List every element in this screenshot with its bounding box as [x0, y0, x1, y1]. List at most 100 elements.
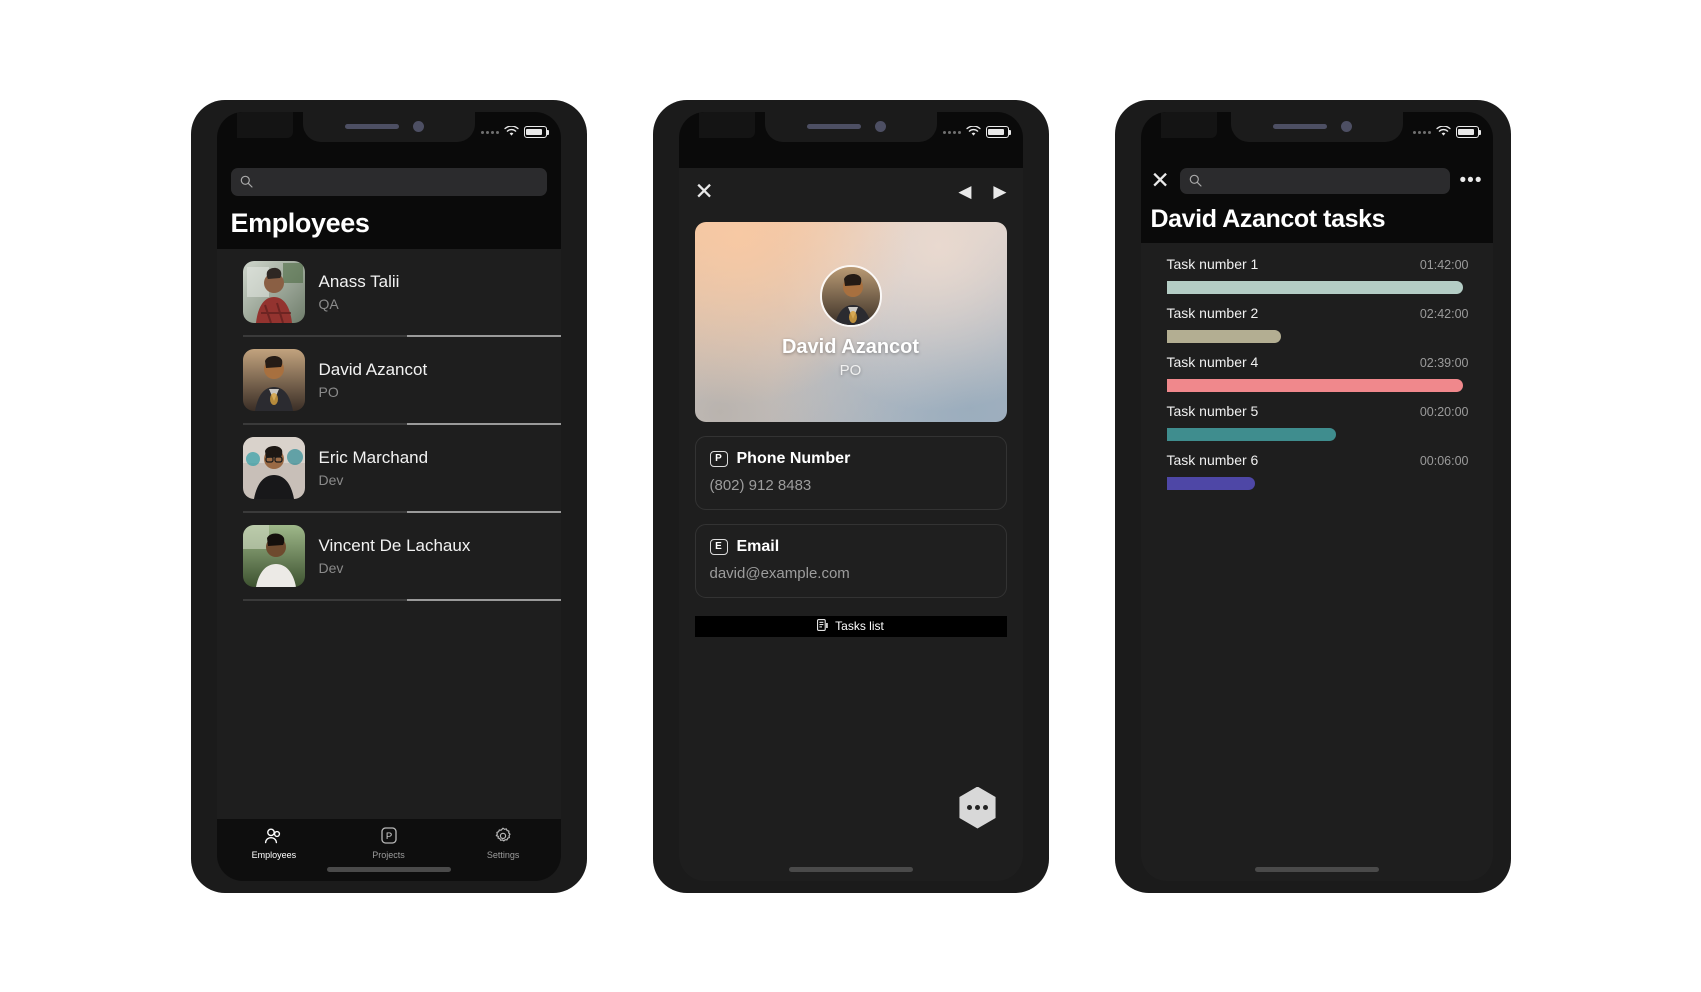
task-duration-bar — [1166, 378, 1464, 392]
camera-cutout — [236, 111, 293, 138]
list-item[interactable]: David Azancot PO — [242, 337, 561, 423]
search-input[interactable] — [1208, 173, 1441, 188]
status-bar — [216, 111, 561, 168]
search-bar[interactable] — [1179, 167, 1450, 194]
task-line: Task number 2 02:42:00 — [1141, 305, 1493, 321]
profile-card: David Azancot PO — [694, 221, 1007, 422]
projects-p-icon: P — [380, 827, 397, 845]
more-dots-icon[interactable] — [959, 786, 996, 829]
svg-text:P: P — [385, 831, 391, 842]
task-item[interactable]: Task number 6 00:06:00 — [1141, 441, 1493, 490]
tab-label: Projects — [372, 849, 405, 860]
next-arrow-icon[interactable]: ▶ — [993, 183, 1006, 200]
detail-nav-bar: ✕ ◀ ▶ — [678, 167, 1023, 216]
list-item[interactable]: Anass Talii QA — [242, 249, 561, 335]
list-document-icon — [817, 618, 828, 634]
employee-role: Dev — [318, 471, 344, 488]
search-input[interactable] — [259, 174, 538, 189]
phone-employees-list: Employees Anass Talii QA David Azancot P… — [190, 99, 587, 893]
avatar — [819, 264, 882, 327]
signal-dots-icon — [480, 130, 499, 134]
employee-role: PO — [318, 383, 339, 400]
task-name: Task number 4 — [1166, 353, 1259, 370]
task-item[interactable]: Task number 2 02:42:00 — [1141, 294, 1493, 343]
screen-detail: ✕ ◀ ▶ David Azancot PO P Phone Number (8… — [678, 111, 1023, 881]
list-separator — [242, 598, 561, 601]
task-item[interactable]: Task number 1 01:42:00 — [1141, 245, 1493, 294]
search-bar[interactable] — [230, 167, 547, 196]
task-line: Task number 6 00:06:00 — [1141, 452, 1493, 468]
tasks-header: ✕ ••• David Azancot tasks — [1140, 167, 1493, 243]
avatar — [242, 436, 305, 499]
wifi-icon — [1435, 124, 1451, 139]
tasks-list-button[interactable]: Tasks list — [694, 615, 1007, 637]
task-duration-bar — [1166, 427, 1337, 441]
employee-texts: David Azancot PO — [319, 360, 428, 400]
field-label: Email — [736, 537, 780, 555]
phone-badge-icon: P — [709, 450, 728, 467]
tab-projects[interactable]: P Projects — [331, 827, 446, 860]
notch — [764, 111, 937, 142]
signal-dots-icon — [942, 130, 961, 134]
front-camera-dot — [874, 120, 886, 132]
tab-label: Employees — [251, 849, 297, 860]
task-name: Task number 2 — [1166, 304, 1259, 321]
speaker-grill — [1272, 123, 1327, 129]
tasks-toolbar: ✕ ••• — [1151, 167, 1483, 194]
gear-icon — [494, 827, 512, 845]
task-duration-bar — [1166, 329, 1281, 343]
employee-name: Eric Marchand — [318, 447, 429, 467]
phone-employee-detail: ✕ ◀ ▶ David Azancot PO P Phone Number (8… — [652, 99, 1049, 893]
task-time: 00:20:00 — [1419, 404, 1469, 419]
employee-list: Anass Talii QA David Azancot PO Eric Mar… — [216, 248, 561, 601]
battery-icon — [523, 126, 549, 138]
page-title: Employees — [230, 207, 370, 238]
home-indicator — [326, 866, 451, 872]
camera-cutout — [698, 111, 755, 138]
list-item[interactable]: Eric Marchand Dev — [242, 425, 561, 511]
employee-name: Vincent De Lachaux — [318, 535, 471, 555]
screen-employees: Employees Anass Talii QA David Azancot P… — [216, 111, 561, 881]
avatar — [242, 260, 305, 323]
email-badge-icon: E — [709, 538, 728, 555]
battery-icon — [1455, 126, 1481, 138]
task-item[interactable]: Task number 5 00:20:00 — [1141, 392, 1493, 441]
task-item[interactable]: Task number 4 02:39:00 — [1141, 343, 1493, 392]
email-card[interactable]: E Email david@example.com — [694, 523, 1007, 598]
list-item[interactable]: Vincent De Lachaux Dev — [242, 513, 561, 599]
front-camera-dot — [1340, 120, 1352, 132]
tab-label: Settings — [486, 849, 520, 860]
employees-header: Employees — [216, 167, 561, 249]
status-icons — [942, 124, 1011, 139]
more-options-icon[interactable]: ••• — [1460, 170, 1483, 190]
profile-role: PO — [839, 361, 862, 379]
employee-texts: Eric Marchand Dev — [319, 448, 429, 488]
notch — [302, 111, 475, 142]
search-icon — [1189, 174, 1202, 187]
screen-tasks: ✕ ••• David Azancot tasks Task number 1 — [1140, 111, 1493, 881]
search-icon — [240, 175, 253, 188]
task-bar-track — [1141, 427, 1493, 441]
employee-name: Anass Talii — [318, 271, 400, 291]
task-time: 02:42:00 — [1419, 306, 1469, 321]
task-name: Task number 5 — [1166, 402, 1259, 419]
home-indicator — [1254, 866, 1379, 872]
phone-tasks-list: ✕ ••• David Azancot tasks Task number 1 — [1114, 99, 1511, 893]
tab-settings[interactable]: Settings — [446, 827, 561, 860]
close-icon[interactable]: ✕ — [695, 180, 714, 203]
phone-number-card[interactable]: P Phone Number (802) 912 8483 — [694, 435, 1007, 510]
wifi-icon — [965, 124, 981, 139]
close-icon[interactable]: ✕ — [1151, 169, 1170, 192]
front-camera-dot — [412, 120, 424, 132]
previous-arrow-icon[interactable]: ◀ — [958, 183, 971, 200]
people-icon — [264, 827, 283, 845]
task-time: 02:39:00 — [1419, 355, 1469, 370]
task-time: 01:42:00 — [1419, 257, 1469, 272]
tab-employees[interactable]: Employees — [217, 827, 332, 860]
battery-icon — [985, 126, 1011, 138]
task-name: Task number 6 — [1166, 451, 1259, 468]
task-bar-track — [1141, 280, 1493, 294]
avatar — [242, 524, 305, 587]
speaker-grill — [806, 123, 861, 129]
task-name: Task number 1 — [1166, 255, 1259, 272]
